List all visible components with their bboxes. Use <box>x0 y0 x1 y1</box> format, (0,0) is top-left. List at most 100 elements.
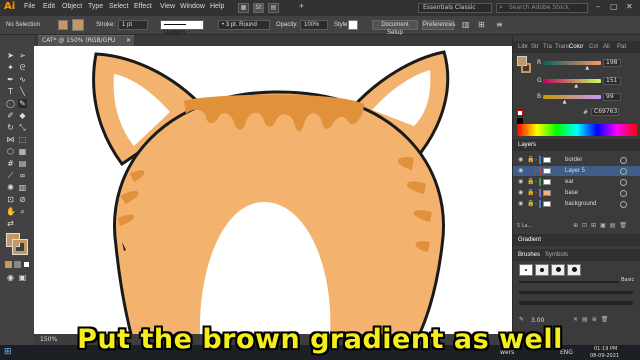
shaper-tool-icon[interactable]: ✐ <box>6 111 15 120</box>
artboard-tool-icon[interactable]: ⊡ <box>6 195 15 204</box>
artboard[interactable] <box>34 46 512 334</box>
brush-definition-select[interactable]: • 3 pt. Round <box>218 20 270 30</box>
opacity-field[interactable]: 100% <box>300 20 328 30</box>
magic-wand-icon[interactable]: ✦ <box>6 63 15 72</box>
brush-stroke-basic[interactable] <box>519 281 619 283</box>
hex-field[interactable]: C69763 <box>591 108 619 116</box>
paintbrush-tool-icon[interactable]: ✎ <box>18 99 27 108</box>
lock-icon[interactable]: 🔒 <box>527 188 534 198</box>
target-icon[interactable] <box>620 201 627 208</box>
tab-stroke[interactable]: Str <box>531 44 539 50</box>
tab-transparency[interactable]: Tra <box>543 44 552 50</box>
brush-3[interactable] <box>551 264 565 276</box>
draw-mode-icon[interactable]: ◉ <box>6 273 15 282</box>
menu-edit[interactable]: Edit <box>43 3 55 10</box>
layer-row-base[interactable]: ◉ 🔒 › base <box>513 188 640 198</box>
g-value-field[interactable]: 151 <box>603 77 621 85</box>
type-tool-icon[interactable]: T <box>6 87 15 96</box>
b-slider-thumb[interactable]: ▲ <box>563 99 567 105</box>
column-graph-icon[interactable]: ▥ <box>18 183 27 192</box>
close-icon[interactable]: ✕ <box>626 2 633 11</box>
tab-color[interactable]: Color <box>569 44 583 50</box>
transform-icon[interactable]: ⊞ <box>478 20 485 29</box>
color-spectrum[interactable] <box>517 124 637 136</box>
brush-2[interactable] <box>535 264 549 276</box>
layers-title[interactable]: Layers <box>518 142 536 148</box>
lasso-icon[interactable]: ᘓ <box>18 63 27 72</box>
eyedropper-icon[interactable]: ⟋ <box>6 171 15 180</box>
tab-pathfinder[interactable]: Pat <box>617 44 626 50</box>
curvature-tool-icon[interactable]: ∿ <box>18 75 27 84</box>
minimize-icon[interactable]: – <box>596 2 600 11</box>
menu-view[interactable]: View <box>160 3 175 10</box>
layer-row-ear[interactable]: ◉ 🔒 › ear <box>513 177 640 187</box>
tab-brushes[interactable]: Brushes <box>518 252 540 258</box>
document-setup-button[interactable]: Document Setup <box>372 20 418 36</box>
menu-type[interactable]: Type <box>88 3 103 10</box>
mesh-tool-icon[interactable]: # <box>6 159 15 168</box>
none-swatch[interactable] <box>517 110 523 116</box>
document-tab[interactable]: CAT* @ 150% (RGB/GPU Preview) ✕ <box>38 35 134 54</box>
b-value-field[interactable]: 99 <box>603 93 621 101</box>
stock-icon[interactable]: St <box>253 3 264 13</box>
eye-icon[interactable]: ◉ <box>518 155 523 165</box>
brush-4[interactable] <box>567 264 581 276</box>
direct-selection-tool-icon[interactable]: ➢ <box>18 51 27 60</box>
blend-tool-icon[interactable]: ∞ <box>18 171 27 180</box>
hand-tool-icon[interactable]: ✋ <box>6 207 16 216</box>
symbol-sprayer-icon[interactable]: ✺ <box>6 183 15 192</box>
expand-icon[interactable]: › <box>535 177 537 187</box>
menu-select[interactable]: Select <box>109 3 128 10</box>
layout-icon[interactable]: ▦ <box>238 3 249 13</box>
canvas[interactable] <box>34 46 512 334</box>
pen-tool-icon[interactable]: ✒ <box>6 75 15 84</box>
screen-mode-icon[interactable]: ▣ <box>18 273 27 282</box>
stroke-color-swatch[interactable] <box>12 239 28 255</box>
layers-footer-icons[interactable]: ⊕⊡⊞▣▤🗑 <box>573 222 631 229</box>
selection-tool-icon[interactable]: ➤ <box>6 51 15 60</box>
toggle-fill-stroke-icon[interactable]: ⇄ <box>6 219 15 228</box>
shape-builder-icon[interactable]: ⬡ <box>6 147 15 156</box>
gradient-mode-button[interactable] <box>14 261 21 268</box>
brush-stroke-3[interactable] <box>519 301 633 305</box>
rotate-tool-icon[interactable]: ↻ <box>6 123 15 132</box>
workspace-switcher[interactable]: Essentials Classic <box>418 3 492 13</box>
g-slider-thumb[interactable]: ▲ <box>574 83 578 89</box>
layer-row-layer5[interactable]: ◉ › Layer 5 <box>513 166 640 176</box>
brush-stroke-2[interactable] <box>519 291 633 294</box>
r-slider[interactable] <box>543 61 601 65</box>
expand-icon[interactable]: › <box>535 188 537 198</box>
eraser-tool-icon[interactable]: ◆ <box>18 111 27 120</box>
r-slider-thumb[interactable]: ▲ <box>585 65 589 71</box>
fill-swatch[interactable] <box>58 20 68 30</box>
tab-libraries[interactable]: Libr <box>518 44 528 50</box>
tab-color-guide[interactable]: Col <box>589 44 598 50</box>
tab-transform[interactable]: Trans <box>555 44 570 50</box>
menu-file[interactable]: File <box>24 3 35 10</box>
menu-window[interactable]: Window <box>180 3 205 10</box>
target-icon[interactable] <box>620 179 627 186</box>
eye-icon[interactable]: ◉ <box>518 188 523 198</box>
color-panel-stroke-swatch[interactable] <box>521 63 531 73</box>
free-transform-icon[interactable]: ⬚ <box>18 135 27 144</box>
lock-icon[interactable]: 🔒 <box>527 199 534 209</box>
preferences-button[interactable]: Preferences <box>422 20 455 30</box>
brush-1[interactable] <box>519 264 533 276</box>
target-icon[interactable] <box>620 190 627 197</box>
menu-object[interactable]: Object <box>62 3 82 10</box>
tab-align[interactable]: Ali <box>603 44 610 50</box>
gradient-title[interactable]: Gradient <box>518 237 541 243</box>
stroke-swatch[interactable] <box>72 19 84 31</box>
layer-row-border[interactable]: ◉ 🔒 › border <box>513 155 640 165</box>
ellipse-tool-icon[interactable]: ◯ <box>6 99 15 108</box>
stroke-weight-field[interactable]: 1 pt <box>118 20 148 30</box>
expand-icon[interactable]: › <box>535 199 537 209</box>
target-icon[interactable] <box>620 157 627 164</box>
perspective-grid-icon[interactable]: ▦ <box>18 147 27 156</box>
variable-width-select[interactable]: Uniform <box>160 20 204 36</box>
width-tool-icon[interactable]: ⋈ <box>6 135 15 144</box>
eye-icon[interactable]: ◉ <box>518 166 523 176</box>
stock-search-input[interactable]: Search Adobe Stock <box>496 3 588 13</box>
tab-symbols[interactable]: Symbols <box>545 252 568 258</box>
maximize-icon[interactable]: ▢ <box>610 2 618 11</box>
